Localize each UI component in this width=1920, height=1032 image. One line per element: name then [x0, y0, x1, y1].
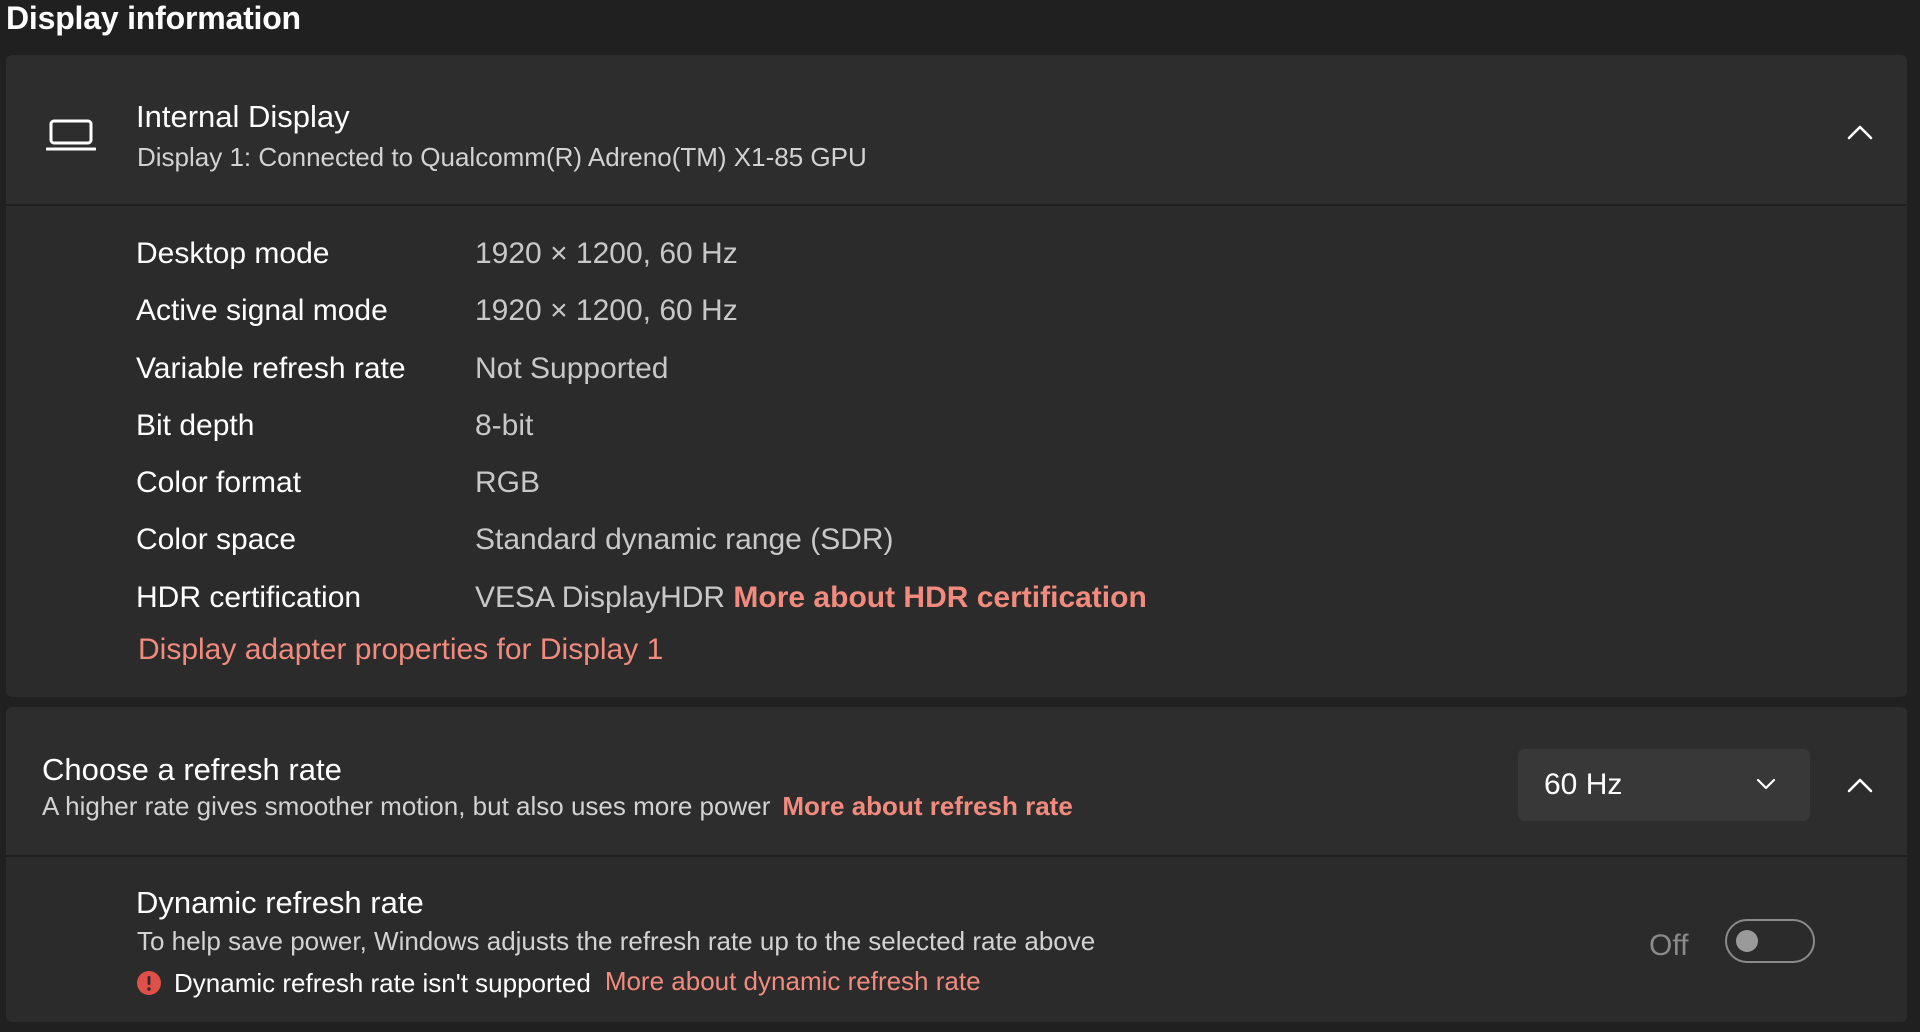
refresh-rate-title: Choose a refresh rate [42, 752, 342, 787]
laptop-icon [46, 119, 96, 151]
dynamic-refresh-rate-link[interactable]: More about dynamic refresh rate [605, 966, 981, 997]
info-label: HDR certification [136, 580, 362, 614]
dynamic-refresh-rate-status: Dynamic refresh rate isn't supported Mor… [136, 965, 981, 1001]
toggle-knob [1736, 930, 1758, 952]
refresh-rate-link[interactable]: More about refresh rate [782, 791, 1072, 821]
internal-display-title: Internal Display [136, 99, 350, 134]
chevron-down-icon [1756, 778, 1776, 790]
internal-display-subtitle: Display 1: Connected to Qualcomm(R) Adre… [137, 142, 867, 172]
info-row-color-format: Color format RGB [136, 456, 1836, 513]
internal-display-card: Internal Display Display 1: Connected to… [6, 55, 1907, 697]
dynamic-refresh-status-text: Dynamic refresh rate isn't supported [174, 967, 591, 998]
info-row-desktop-mode: Desktop mode 1920 × 1200, 60 Hz [136, 227, 1836, 284]
section-heading: Display information [6, 0, 301, 36]
info-label: Desktop mode [136, 237, 330, 270]
info-label: Color space [136, 523, 297, 557]
chevron-up-icon [1847, 778, 1873, 793]
refresh-rate-dropdown[interactable]: 60 Hz [1518, 749, 1810, 821]
dynamic-refresh-rate-description: To help save power, Windows adjusts the … [137, 926, 1096, 956]
info-label: Active signal mode [136, 294, 388, 328]
info-row-hdr-certification: HDR certification VESA DisplayHDR More a… [136, 571, 1836, 628]
info-row-color-space: Color space Standard dynamic range (SDR) [136, 513, 1836, 570]
collapse-refresh-button[interactable] [1836, 761, 1884, 809]
info-value: Not Supported [475, 351, 669, 385]
info-label: Color format [136, 466, 302, 500]
refresh-rate-selected-value: 60 Hz [1544, 768, 1623, 801]
info-value: RGB [475, 466, 541, 500]
internal-display-header[interactable]: Internal Display Display 1: Connected to… [6, 55, 1907, 206]
hdr-certification-value: VESA DisplayHDR [475, 580, 726, 614]
display-info-list: Desktop mode 1920 × 1200, 60 Hz Active s… [136, 227, 1836, 628]
info-value: 1920 × 1200, 60 Hz [475, 237, 738, 270]
info-label: Variable refresh rate [136, 351, 406, 385]
display-adapter-properties-link[interactable]: Display adapter properties for Display 1 [138, 633, 663, 667]
info-value-hdr: VESA DisplayHDR More about HDR certifica… [475, 581, 1147, 615]
info-row-variable-refresh-rate: Variable refresh rate Not Supported [136, 342, 1836, 399]
collapse-display-button[interactable] [1836, 108, 1884, 156]
info-value: 1920 × 1200, 60 Hz [475, 294, 738, 328]
error-icon [137, 971, 161, 995]
dynamic-refresh-rate-title: Dynamic refresh rate [136, 885, 424, 920]
hdr-certification-link[interactable]: More about HDR certification [733, 581, 1146, 614]
info-row-bit-depth: Bit depth 8-bit [136, 399, 1836, 456]
refresh-rate-description: A higher rate gives smoother motion, but… [42, 791, 771, 821]
refresh-rate-subtitle: A higher rate gives smoother motion, but… [42, 791, 1073, 822]
info-value: Standard dynamic range (SDR) [475, 523, 894, 557]
refresh-rate-header: Choose a refresh rate A higher rate give… [6, 707, 1907, 857]
dynamic-refresh-toggle[interactable] [1725, 919, 1815, 963]
dynamic-refresh-toggle-label: Off [1649, 929, 1689, 962]
info-row-active-signal-mode: Active signal mode 1920 × 1200, 60 Hz [136, 284, 1836, 341]
refresh-rate-card: Choose a refresh rate A higher rate give… [6, 707, 1907, 1022]
info-label: Bit depth [136, 408, 255, 442]
info-value: 8-bit [475, 408, 534, 442]
chevron-up-icon [1847, 125, 1873, 140]
